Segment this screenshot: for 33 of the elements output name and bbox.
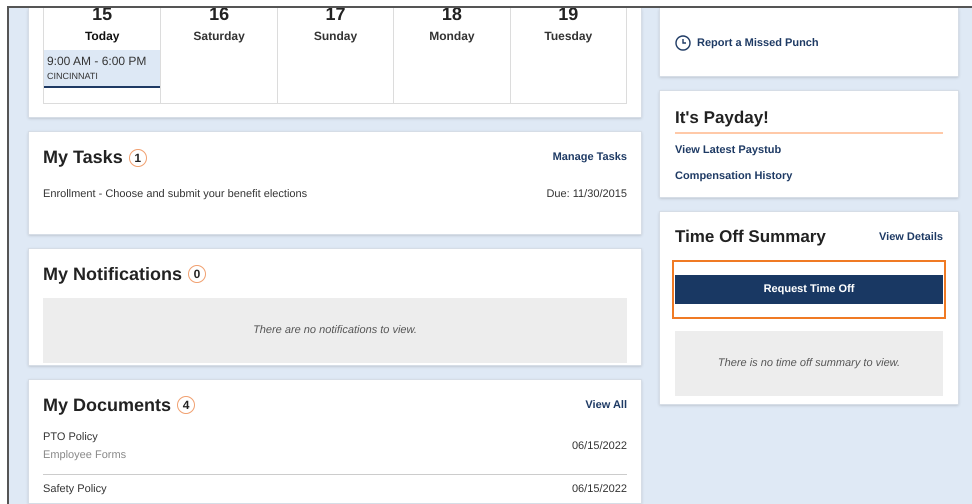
manage-tasks-link[interactable]: Manage Tasks xyxy=(552,149,627,166)
shift-location: CINCINNATI xyxy=(47,70,99,83)
document-name[interactable]: Safety Policy xyxy=(43,480,107,497)
empty-message: There are no notifications to view. xyxy=(253,322,417,338)
task-text[interactable]: Enrollment - Choose and submit your benefit elections xyxy=(43,186,308,202)
document-date: 06/15/2022 xyxy=(572,482,627,496)
payday-link[interactable]: View Latest Paystub xyxy=(675,142,943,158)
shift-time: 9:00 AM - 6:00 PM xyxy=(47,53,148,70)
view-details-link[interactable]: View Details xyxy=(879,228,943,245)
day-label: Sunday xyxy=(314,28,358,45)
card-title: My Tasks xyxy=(43,146,123,169)
card-title: Time Off Summary xyxy=(675,226,826,248)
document-category: Employee Forms xyxy=(43,448,126,463)
card-title: My Notifications xyxy=(43,262,182,286)
count-badge: 0 xyxy=(188,265,206,284)
day-label: Tuesday xyxy=(544,28,592,45)
day-label: Today xyxy=(84,28,120,45)
day-label: Monday xyxy=(429,28,475,45)
document-date: 06/15/2022 xyxy=(572,438,627,454)
card-title: It's Payday! xyxy=(675,105,943,134)
count-badge: 1 xyxy=(128,148,147,166)
missed-punch-link[interactable]: Report a Missed Punch xyxy=(675,34,819,52)
shift-event[interactable]: 9:00 AM - 6:00 PM CINCINNATI xyxy=(44,50,160,88)
task-due-date: Due: 11/30/2015 xyxy=(546,187,627,202)
payday-link[interactable]: Compensation History xyxy=(675,168,943,184)
request-time-off-button[interactable]: Request Time Off xyxy=(675,274,943,304)
day-label: Saturday xyxy=(193,28,245,45)
empty-message: There is no time off summary to view. xyxy=(718,356,900,371)
count-badge: 4 xyxy=(177,396,196,414)
document-name[interactable]: PTO Policy xyxy=(43,428,126,445)
clock-icon xyxy=(675,35,691,51)
view-all-link[interactable]: View All xyxy=(585,396,627,414)
card-title: My Documents xyxy=(43,394,172,417)
